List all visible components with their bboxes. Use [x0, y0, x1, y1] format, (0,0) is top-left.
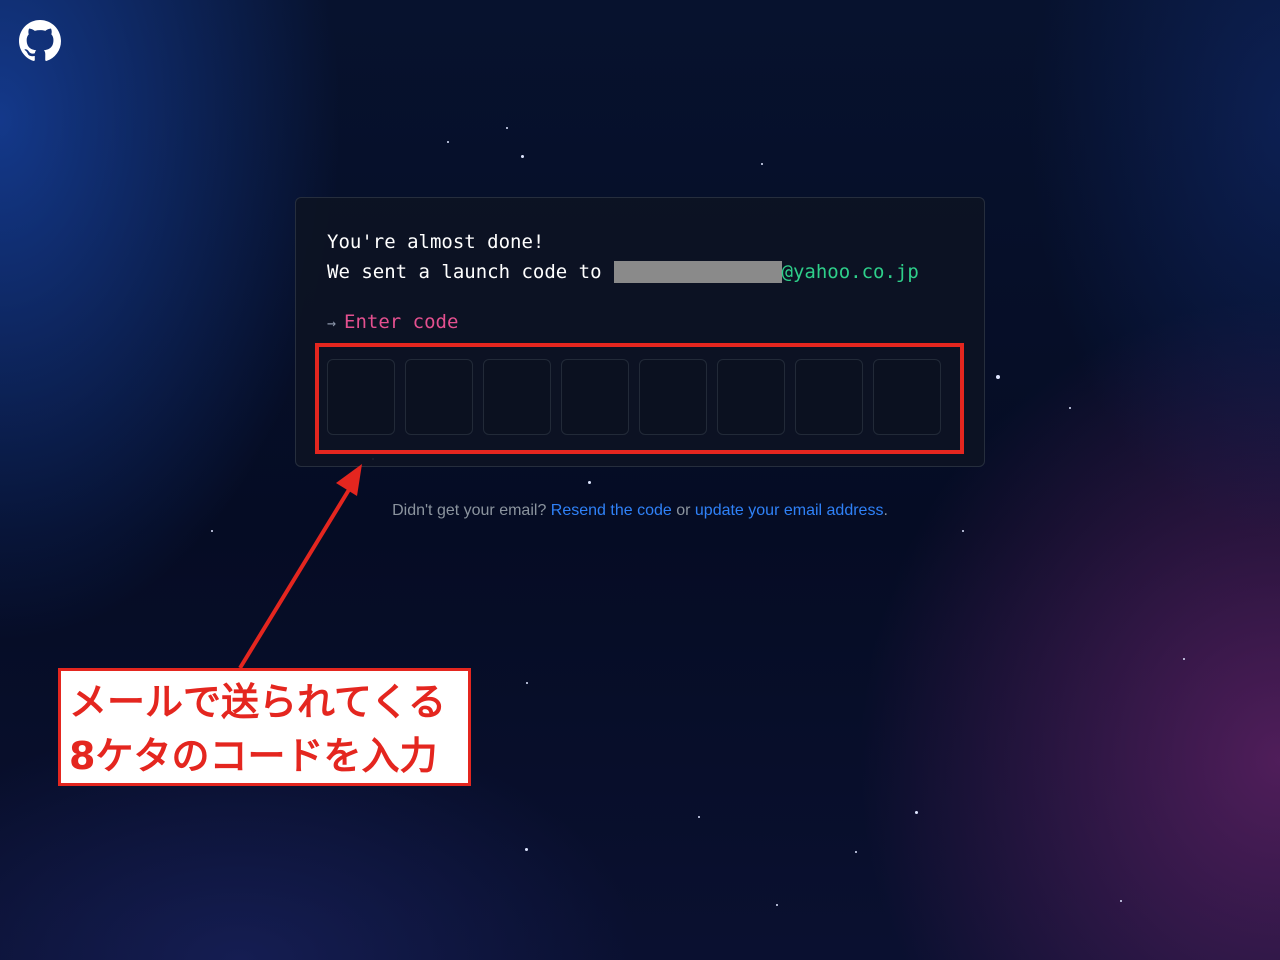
annotation-arrow: [238, 464, 362, 670]
annotation-note: メールで送られてくる 8ケタのコードを入力: [58, 668, 471, 786]
annotation-line-2: 8ケタのコードを入力: [69, 734, 438, 778]
annotation-line-1: メールで送られてくる: [69, 680, 446, 724]
